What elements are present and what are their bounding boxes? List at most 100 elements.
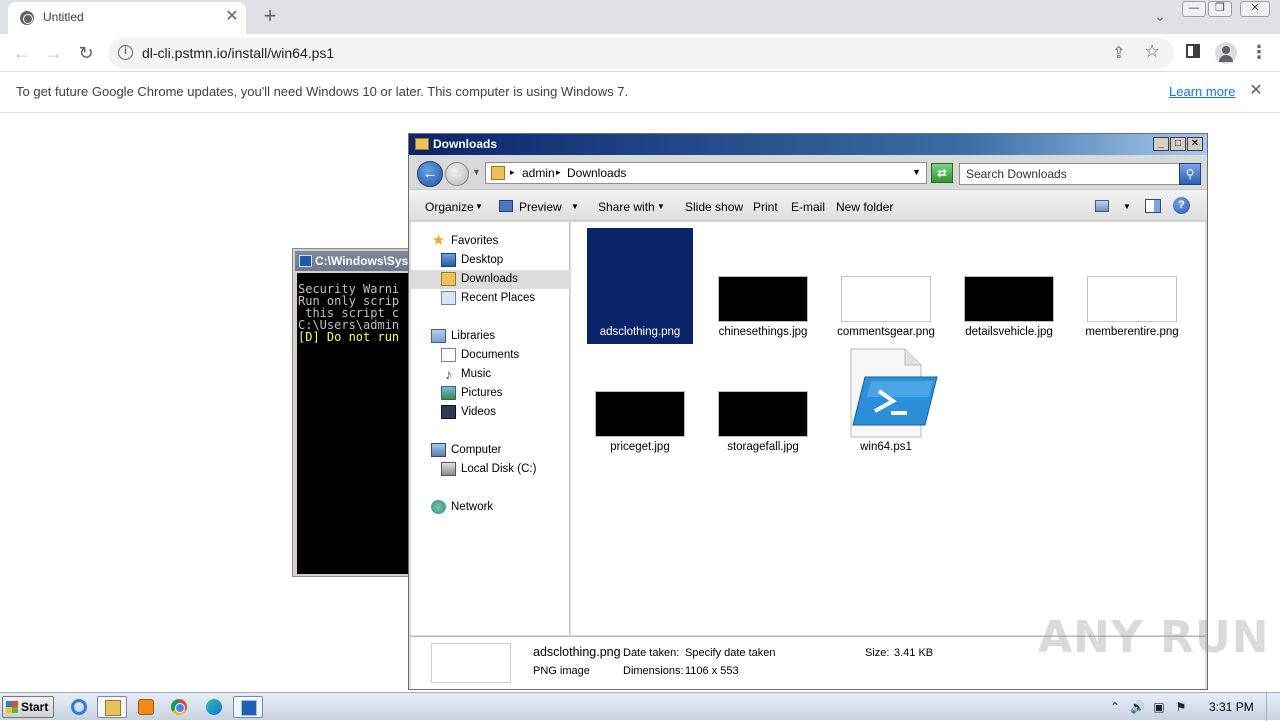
print-button[interactable]: Print bbox=[753, 200, 778, 214]
minimize-button[interactable]: — bbox=[1182, 1, 1206, 17]
breadcrumb-downloads[interactable]: Downloads bbox=[567, 166, 626, 180]
file-item[interactable]: commentsgear.png bbox=[833, 228, 939, 344]
explorer-maximize-button[interactable]: □ bbox=[1170, 137, 1186, 151]
share-with-button[interactable]: Share with bbox=[598, 200, 655, 214]
libraries-icon bbox=[431, 329, 446, 343]
slide-show-button[interactable]: Slide show bbox=[685, 200, 743, 214]
search-icon[interactable]: ⚲ bbox=[1179, 163, 1201, 185]
help-icon[interactable]: ? bbox=[1173, 197, 1190, 214]
network-tray-icon[interactable]: ▣ bbox=[1152, 699, 1166, 715]
nav-network[interactable]: Network bbox=[411, 498, 570, 517]
file-item[interactable]: win64.ps1 bbox=[833, 343, 939, 459]
nav-label: Downloads bbox=[461, 273, 518, 285]
tab-close-icon[interactable]: ✕ bbox=[223, 8, 241, 26]
volume-icon[interactable]: 🔊 bbox=[1130, 699, 1145, 715]
preview-button[interactable]: Preview bbox=[519, 200, 562, 214]
restore-button[interactable]: ❐ bbox=[1208, 1, 1232, 17]
new-tab-button[interactable]: + bbox=[258, 5, 282, 29]
details-date-value[interactable]: Specify date taken bbox=[685, 647, 776, 659]
nav-computer[interactable]: Computer bbox=[411, 441, 570, 460]
taskbar-explorer[interactable] bbox=[97, 696, 127, 718]
refresh-icon[interactable]: ⇄ bbox=[931, 163, 953, 183]
file-item[interactable]: memberentire.png bbox=[1079, 228, 1185, 344]
start-button[interactable]: Start bbox=[2, 696, 54, 718]
file-explorer-icon bbox=[105, 700, 121, 716]
url-text[interactable]: dl-cli.pstmn.io/install/win64.ps1 bbox=[142, 45, 334, 61]
update-infobar: To get future Google Chrome updates, you… bbox=[0, 72, 1280, 113]
file-item[interactable]: storagefall.jpg bbox=[710, 343, 816, 459]
breadcrumb-admin[interactable]: admin bbox=[522, 166, 555, 180]
forward-button[interactable]: → bbox=[42, 41, 66, 65]
email-button[interactable]: E-mail bbox=[791, 200, 825, 214]
preview-dropdown-icon[interactable]: ▼ bbox=[571, 202, 579, 211]
address-bar[interactable]: i dl-cli.pstmn.io/install/win64.ps1 ⇪ ☆ bbox=[108, 38, 1174, 68]
nav-desktop[interactable]: Desktop bbox=[411, 251, 570, 270]
tab-strip: Untitled ✕ + ⌄ — ❐ ✕ bbox=[0, 0, 1280, 34]
chrome-menu-icon[interactable]: ⋮ bbox=[1250, 42, 1268, 62]
side-panel-icon[interactable] bbox=[1186, 44, 1200, 58]
nav-pictures[interactable]: Pictures bbox=[411, 384, 570, 403]
browser-toolbar: ← → ↻ i dl-cli.pstmn.io/install/win64.ps… bbox=[0, 34, 1280, 72]
site-info-icon[interactable]: i bbox=[118, 45, 133, 60]
explorer-window[interactable]: Downloads _ □ ✕ ← → ▼ ▸ admin ▸ Download… bbox=[408, 133, 1208, 690]
nav-music[interactable]: ♪ Music bbox=[411, 365, 570, 384]
taskbar-chrome[interactable] bbox=[164, 696, 194, 718]
nav-recent-places[interactable]: Recent Places bbox=[411, 289, 570, 308]
nav-libraries[interactable]: Libraries bbox=[411, 327, 570, 346]
change-view-icon[interactable] bbox=[1095, 200, 1109, 212]
share-icon[interactable]: ⇪ bbox=[1112, 43, 1125, 63]
search-downloads-input[interactable]: Search Downloads ⚲ bbox=[959, 163, 1201, 185]
history-dropdown-icon[interactable]: ▼ bbox=[472, 167, 481, 177]
address-dropdown-icon[interactable]: ▼ bbox=[912, 167, 921, 177]
nav-downloads[interactable]: Downloads bbox=[411, 270, 570, 289]
reload-button[interactable]: ↻ bbox=[74, 41, 98, 65]
taskbar-edge[interactable] bbox=[199, 696, 229, 718]
console-titlebar[interactable]: C:\Windows\Sys bbox=[295, 251, 409, 271]
nav-local-disk[interactable]: Local Disk (C:) bbox=[411, 460, 570, 479]
new-folder-button[interactable]: New folder bbox=[836, 200, 893, 214]
infobar-close-icon[interactable]: ✕ bbox=[1246, 80, 1266, 102]
file-item[interactable]: priceget.jpg bbox=[587, 343, 693, 459]
file-item[interactable]: chinesethings.jpg bbox=[710, 228, 816, 344]
browser-tab[interactable]: Untitled ✕ bbox=[8, 2, 246, 34]
tray-expand-icon[interactable]: ⌃ bbox=[1108, 699, 1122, 715]
taskbar-powershell[interactable] bbox=[233, 696, 263, 718]
console-output[interactable]: Security Warni Run only scrip this scrip… bbox=[297, 273, 409, 574]
explorer-close-button[interactable]: ✕ bbox=[1187, 137, 1203, 151]
views-dropdown-icon[interactable]: ▼ bbox=[1123, 202, 1131, 211]
explorer-titlebar[interactable]: Downloads _ □ ✕ bbox=[409, 134, 1207, 155]
explorer-minimize-button[interactable]: _ bbox=[1153, 137, 1169, 151]
back-arrow-icon[interactable]: ← bbox=[417, 161, 443, 187]
back-button[interactable]: ← bbox=[10, 41, 34, 65]
chevron-right-icon[interactable]: ▸ bbox=[510, 167, 515, 178]
organize-dropdown-icon[interactable]: ▼ bbox=[475, 202, 483, 211]
file-item[interactable]: adsclothing.png bbox=[587, 228, 693, 344]
file-item[interactable]: detailsvehicle.jpg bbox=[956, 228, 1062, 344]
preview-pane-icon[interactable] bbox=[1145, 199, 1161, 213]
globe-icon bbox=[20, 11, 34, 25]
taskbar-media-player[interactable] bbox=[131, 696, 161, 718]
local-disk-icon bbox=[441, 462, 456, 476]
share-dropdown-icon[interactable]: ▼ bbox=[657, 202, 665, 211]
taskbar-clock[interactable]: 3:31 PM bbox=[1209, 700, 1254, 714]
file-list[interactable]: adsclothing.png chinesethings.jpg commen… bbox=[571, 222, 1205, 635]
image-thumbnail bbox=[964, 276, 1054, 322]
nav-documents[interactable]: Documents bbox=[411, 346, 570, 365]
powershell-console-window[interactable]: C:\Windows\Sys Security Warni Run only s… bbox=[292, 248, 410, 577]
forward-arrow-icon[interactable]: → bbox=[445, 162, 469, 186]
show-desktop-button[interactable] bbox=[1266, 693, 1280, 721]
nav-favorites[interactable]: ★ Favorites bbox=[411, 232, 570, 251]
organize-button[interactable]: Organize bbox=[425, 200, 474, 214]
close-window-button[interactable]: ✕ bbox=[1240, 1, 1270, 17]
chevron-right-icon[interactable]: ▸ bbox=[556, 167, 561, 178]
action-center-flag-icon[interactable]: ⚑ bbox=[1174, 699, 1188, 715]
star-icon: ★ bbox=[431, 232, 446, 249]
taskbar-internet-explorer[interactable] bbox=[64, 696, 94, 718]
bookmark-star-icon[interactable]: ☆ bbox=[1144, 41, 1160, 62]
learn-more-link[interactable]: Learn more bbox=[1169, 84, 1235, 99]
profile-avatar-icon[interactable] bbox=[1215, 42, 1237, 64]
explorer-address-bar[interactable]: ▸ admin ▸ Downloads ▼ bbox=[485, 162, 927, 184]
computer-icon bbox=[431, 443, 446, 457]
nav-videos[interactable]: Videos bbox=[411, 403, 570, 422]
tab-search-icon[interactable]: ⌄ bbox=[1150, 8, 1170, 26]
